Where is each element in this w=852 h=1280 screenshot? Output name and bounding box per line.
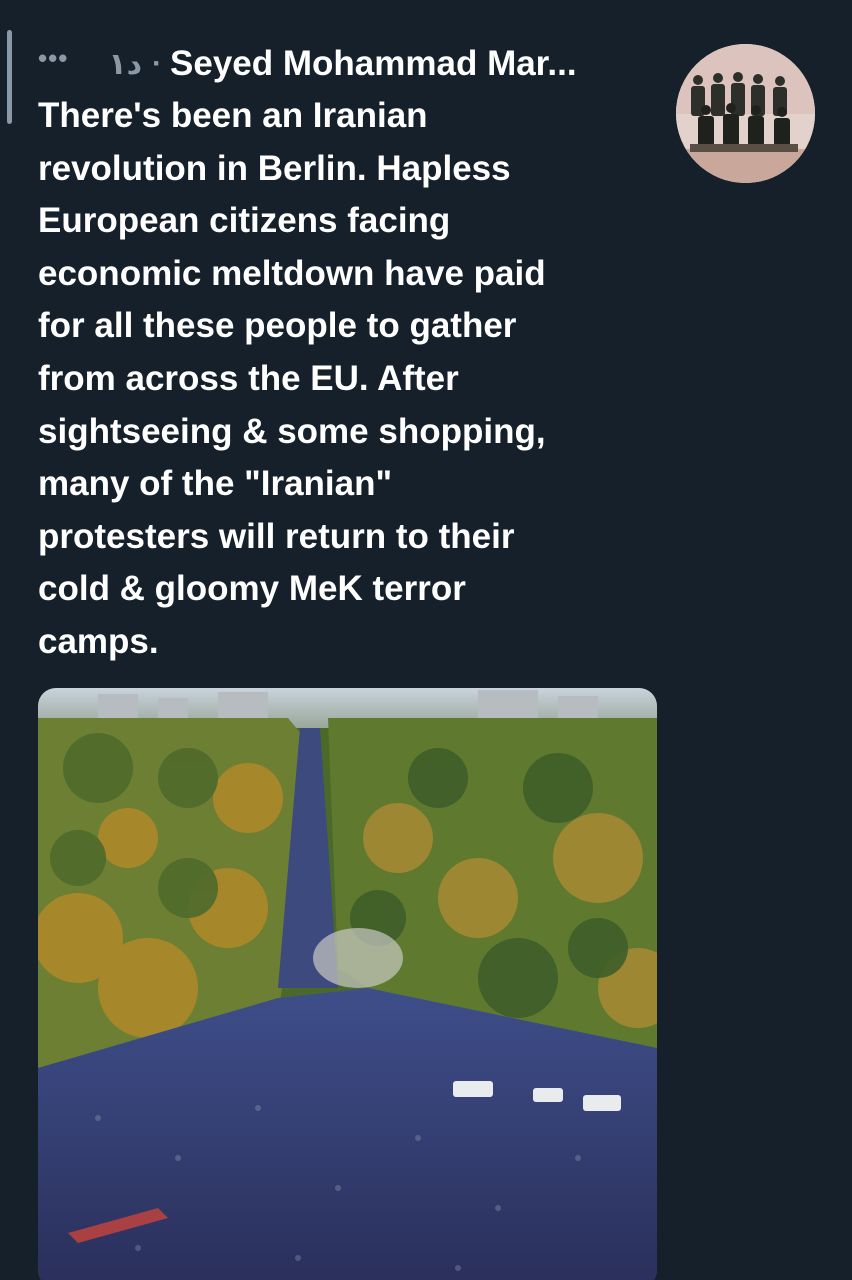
author-display-name[interactable]: Seyed Mohammad Mar... — [170, 44, 577, 84]
tweet-media-image[interactable] — [38, 688, 657, 1280]
more-options-icon[interactable]: ••• — [38, 45, 68, 71]
header-separator: · — [152, 47, 163, 80]
tweet-header: ••• ۱د · Seyed Mohammad Mar... — [38, 42, 668, 86]
aerial-crowd-photo — [38, 688, 657, 1280]
thread-connector-line — [7, 30, 12, 124]
tweet-body-text: There's been an Iranian revolution in Be… — [38, 96, 546, 661]
tweet-timestamp[interactable]: ۱د — [108, 47, 142, 82]
avatar-group-photo — [676, 44, 815, 183]
author-avatar[interactable] — [676, 44, 815, 183]
